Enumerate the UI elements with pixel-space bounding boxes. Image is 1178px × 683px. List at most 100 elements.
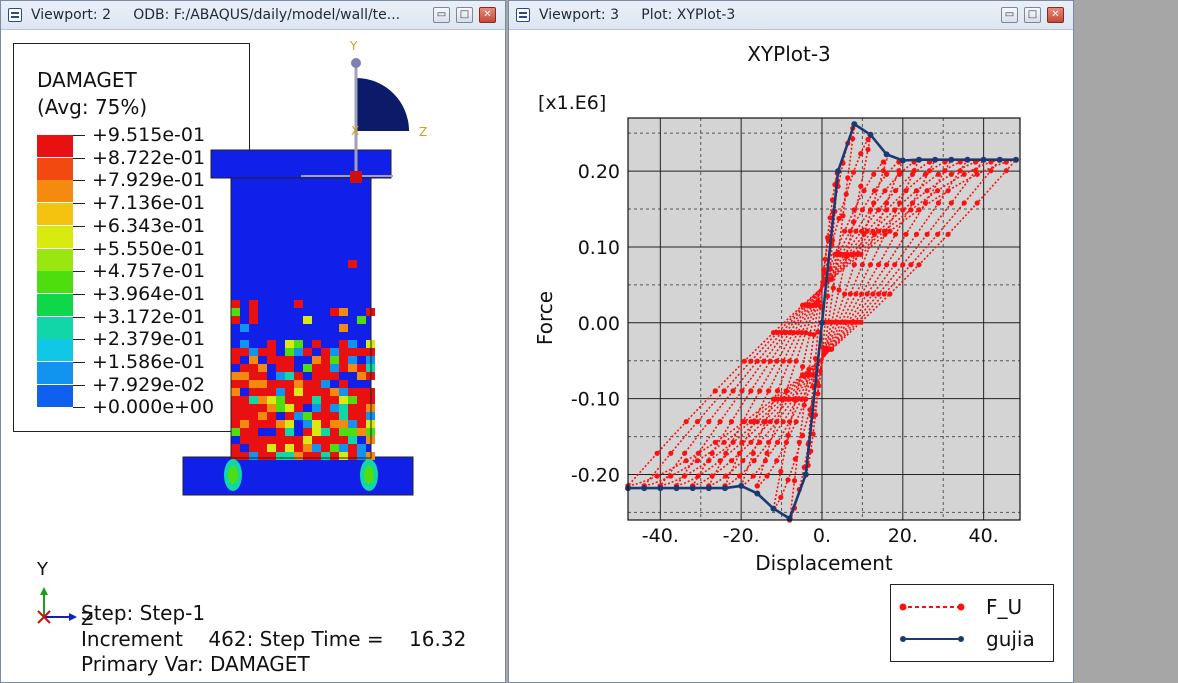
- legend-gujia-marker: [958, 636, 964, 642]
- legend-fu-marker: [899, 603, 907, 611]
- damage-cell: [330, 396, 339, 404]
- gujia-point: [1013, 156, 1019, 163]
- gujia-point: [835, 168, 842, 175]
- damage-cell: [312, 428, 321, 436]
- fu-point: [900, 207, 906, 213]
- fu-point: [740, 458, 746, 464]
- damage-cell: [285, 340, 294, 348]
- damage-cell: [357, 412, 366, 420]
- fu-point: [900, 262, 906, 268]
- fu-point: [750, 473, 756, 479]
- damage-cell: [231, 348, 240, 356]
- wall-base: [182, 456, 414, 496]
- damage-cell: [249, 420, 258, 428]
- damage-cell: [249, 356, 258, 364]
- damage-cell: [285, 372, 294, 380]
- fu-point: [909, 171, 916, 177]
- fu-point: [916, 207, 922, 213]
- fu-point: [774, 388, 781, 394]
- damage-cell: [321, 364, 330, 372]
- fu-point: [774, 419, 780, 425]
- fu-point: [774, 458, 780, 464]
- damage-cell: [294, 436, 303, 444]
- damage-cell: [321, 444, 330, 452]
- damage-cell: [321, 452, 330, 460]
- fu-point: [961, 171, 967, 177]
- fu-point: [887, 291, 893, 297]
- damage-cell: [276, 388, 285, 396]
- fu-point: [859, 207, 865, 213]
- damage-cell: [312, 340, 321, 348]
- damage-cell: [249, 388, 258, 396]
- viewport-3-titlebar[interactable]: Viewport: 3 Plot: XYPlot-3 ▭ □ ✕: [509, 1, 1073, 30]
- fu-point: [767, 419, 773, 425]
- fu-point: [897, 171, 903, 177]
- damage-cell: [339, 452, 348, 460]
- viewport-menu-icon[interactable]: [516, 8, 530, 22]
- gujia-point: [657, 485, 664, 492]
- fu-point: [717, 458, 723, 464]
- fu-point: [761, 358, 767, 364]
- maximize-button[interactable]: □: [456, 7, 473, 23]
- damage-cell: [276, 364, 285, 372]
- damage-cell: [249, 404, 258, 412]
- damage-cell: [240, 412, 249, 420]
- damage-cell: [339, 380, 348, 388]
- fu-point: [876, 228, 882, 234]
- gujia-point: [883, 151, 890, 158]
- fu-point: [721, 388, 727, 394]
- fu-point: [695, 473, 701, 479]
- damage-cell: [321, 396, 330, 404]
- viewport-2-titlebar[interactable]: Viewport: 2 ODB: F:/ABAQUS/daily/model/w…: [1, 1, 505, 30]
- fu-point: [800, 372, 806, 378]
- damage-cell: [267, 444, 276, 452]
- fu-point: [1003, 168, 1009, 174]
- fu-point: [712, 388, 718, 394]
- xy-plot: XYPlot-3 [x1.E6] Force Displacement -40.…: [533, 42, 1021, 575]
- damage-cell: [267, 348, 276, 356]
- gujia-point: [802, 471, 809, 478]
- close-button[interactable]: ✕: [479, 7, 496, 23]
- damage-cell: [330, 420, 339, 428]
- damage-cell: [276, 420, 285, 428]
- viewport-2-window[interactable]: Viewport: 2 ODB: F:/ABAQUS/daily/model/w…: [0, 0, 506, 683]
- fu-point: [668, 450, 674, 456]
- maximize-button[interactable]: □: [1024, 7, 1041, 23]
- damage-cell: [357, 396, 366, 404]
- minimize-button[interactable]: ▭: [433, 7, 450, 23]
- damage-cell: [348, 436, 357, 444]
- gujia-point: [705, 485, 712, 492]
- damage-cell: [258, 420, 267, 428]
- gujia-point: [754, 490, 761, 497]
- damage-cell: [321, 388, 330, 396]
- fu-point: [881, 291, 887, 297]
- damage-cell: [285, 364, 294, 372]
- fu-point: [836, 215, 842, 222]
- y-multiplier: [x1.E6]: [538, 92, 606, 114]
- fu-point: [800, 302, 806, 308]
- fu-point: [858, 151, 864, 157]
- gujia-point: [738, 482, 745, 489]
- damage-cell: [258, 452, 267, 460]
- close-button[interactable]: ✕: [1047, 7, 1064, 23]
- fu-point: [843, 191, 849, 197]
- fu-point: [851, 207, 857, 213]
- damage-cell: [294, 340, 303, 348]
- fu-point: [935, 231, 941, 237]
- fu-point: [847, 228, 853, 234]
- damage-cell: [294, 404, 303, 412]
- damage-cell: [285, 404, 294, 412]
- fu-point: [791, 478, 798, 484]
- fu-point: [829, 346, 835, 352]
- fu-point: [694, 419, 701, 425]
- damage-cell: [258, 372, 267, 380]
- damage-cell: [303, 412, 312, 420]
- fu-point: [864, 228, 870, 234]
- fu-point: [924, 188, 930, 194]
- damage-cell: [339, 396, 348, 404]
- y-tick-label: -0.20: [571, 464, 620, 486]
- damage-cell: [357, 372, 366, 380]
- viewport-menu-icon[interactable]: [8, 8, 22, 22]
- fu-point: [730, 439, 736, 445]
- minimize-button[interactable]: ▭: [1001, 7, 1018, 23]
